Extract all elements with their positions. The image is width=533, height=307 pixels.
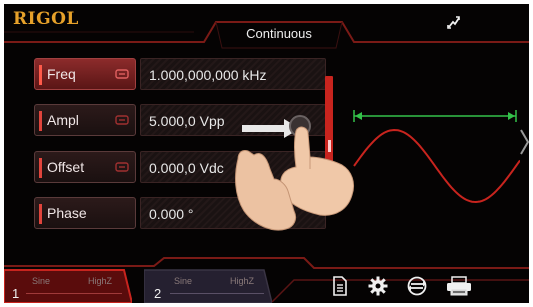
gear-icon[interactable] (368, 276, 388, 296)
document-icon[interactable] (332, 276, 348, 296)
tab-underline (26, 293, 122, 294)
channel-waveform: Sine (32, 276, 51, 286)
channel-2-tab[interactable]: Sine HighZ 2 (144, 268, 272, 303)
channel-load: HighZ (88, 276, 113, 286)
tab-underline (170, 293, 264, 294)
channel-1-tab[interactable]: Sine HighZ 1 (4, 268, 132, 303)
channel-waveform: Sine (174, 276, 193, 286)
tab-shape (4, 269, 132, 303)
channel-load: HighZ (230, 276, 255, 286)
channel-number: 2 (154, 286, 162, 301)
channel-swap-icon[interactable] (406, 276, 428, 296)
printer-icon[interactable] (446, 276, 472, 296)
channel-number: 1 (12, 286, 20, 301)
footer-frame (4, 257, 529, 303)
instrument-screen: RIGOL Continuous Freq 1.000,000,000 kHz … (4, 4, 529, 303)
